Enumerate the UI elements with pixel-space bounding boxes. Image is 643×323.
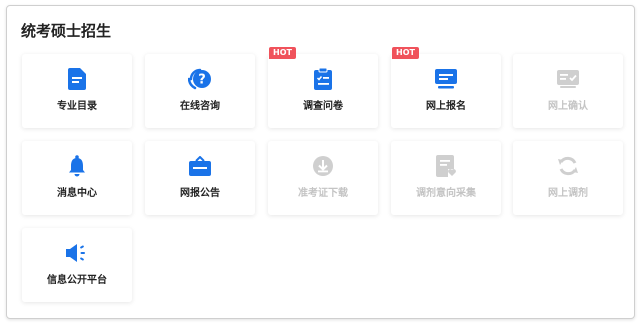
tile-label: 调剂意向采集 (416, 188, 476, 199)
tile-registration-notice[interactable]: 网报公告 (145, 141, 255, 215)
tile-label: 网上调剂 (548, 188, 588, 199)
svg-text:?: ? (198, 73, 206, 88)
clipboard-checklist-icon (268, 68, 378, 90)
tile-label: 准考证下载 (298, 188, 348, 199)
tile-adjustment-intent[interactable]: 调剂意向采集 (391, 141, 501, 215)
hot-badge: HOT (392, 47, 419, 59)
tile-online-consult[interactable]: ? 在线咨询 (145, 54, 255, 128)
tile-online-registration[interactable]: HOT 网上报名 (391, 47, 501, 128)
megaphone-icon (22, 242, 132, 264)
hot-badge: HOT (269, 47, 296, 59)
tile-message-center[interactable]: 消息中心 (22, 141, 132, 215)
tile-program-catalog[interactable]: 专业目录 (22, 54, 132, 128)
tile-label: 信息公开平台 (47, 275, 107, 286)
id-card-check-icon (513, 68, 623, 90)
tile-label: 在线咨询 (180, 101, 220, 112)
tile-label: 专业目录 (57, 101, 97, 112)
bell-icon (22, 155, 132, 177)
refresh-icon (513, 155, 623, 177)
download-circle-icon (268, 155, 378, 177)
tile-label: 网报公告 (180, 188, 220, 199)
tile-online-confirmation[interactable]: 网上确认 (513, 54, 623, 128)
tile-label: 网上报名 (426, 101, 466, 112)
document-list-icon (22, 68, 132, 90)
admissions-panel: 统考硕士招生 专业目录 ? 在线咨询 HOT 调查问卷 HOT 网上报名 网上确… (6, 5, 635, 319)
tile-label: 消息中心 (57, 188, 97, 199)
monitor-icon (391, 68, 501, 90)
tile-label: 网上确认 (548, 101, 588, 112)
document-heart-icon (391, 155, 501, 177)
tile-online-adjustment[interactable]: 网上调剂 (513, 141, 623, 215)
question-bubble-icon: ? (145, 68, 255, 90)
tile-survey[interactable]: HOT 调查问卷 (268, 47, 378, 128)
tile-label: 调查问卷 (303, 101, 343, 112)
briefcase-icon (145, 155, 255, 177)
tile-info-disclosure[interactable]: 信息公开平台 (22, 228, 132, 302)
tile-admission-ticket-download[interactable]: 准考证下载 (268, 141, 378, 215)
section-title: 统考硕士招生 (21, 22, 112, 40)
